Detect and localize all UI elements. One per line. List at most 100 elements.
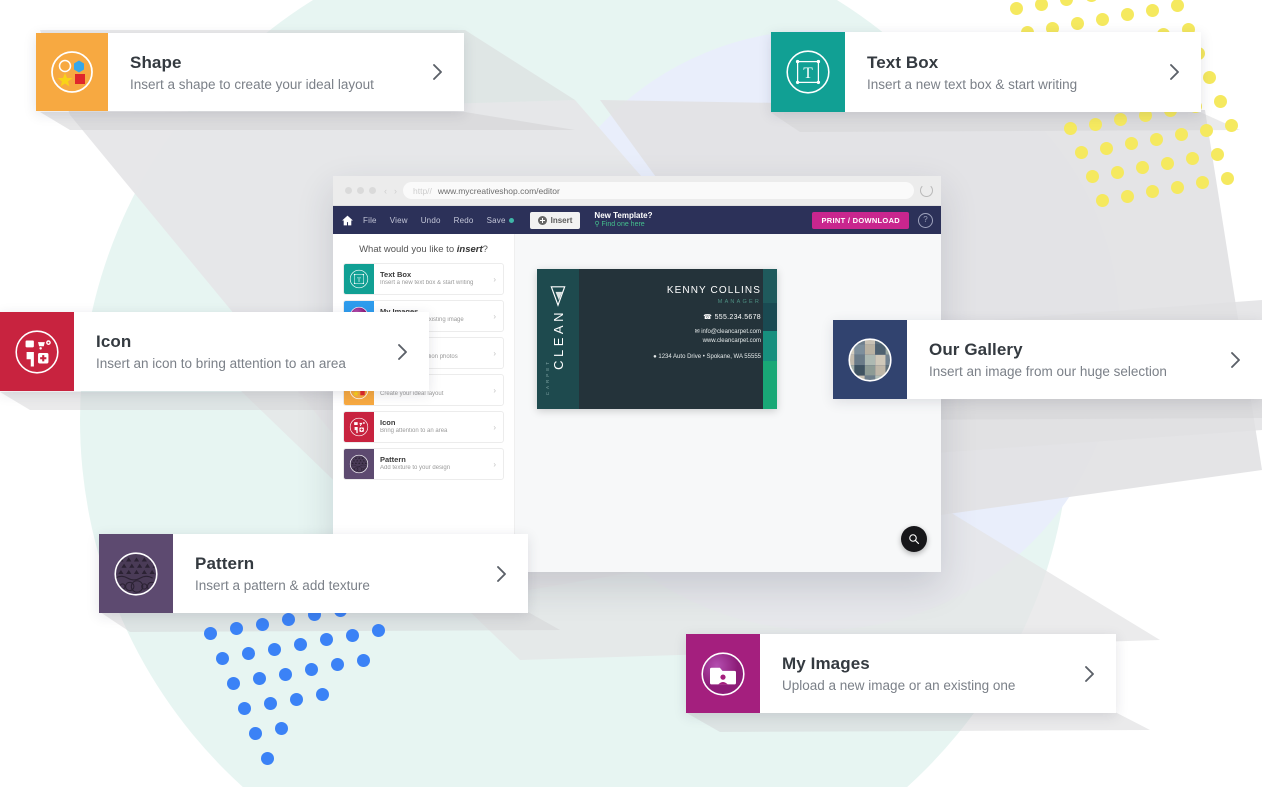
editor-toolbar: File View Undo Redo Save Insert New Temp…: [333, 206, 941, 234]
window-close-dot[interactable]: [345, 187, 352, 194]
panel-question-post: ?: [482, 244, 488, 255]
editor-canvas[interactable]: CLEAN CARPET KENNY COLLINS MANAGER ☎ 555…: [515, 234, 941, 572]
new-template-prompt[interactable]: New Template? ⚲ Find one here: [594, 211, 652, 230]
menu-save[interactable]: Save: [487, 216, 514, 225]
decorative-dot: [319, 633, 333, 647]
chevron-right-icon[interactable]: [1063, 664, 1116, 684]
decorative-dot: [1221, 171, 1235, 185]
card-email: info@cleancarpet.com: [701, 329, 761, 335]
card-bar-2: [763, 303, 777, 331]
card-phone: ☎ 555.234.5678: [579, 313, 761, 321]
feature-card-my-images[interactable]: My Images Upload a new image or an exist…: [686, 634, 1116, 713]
shape-icon: [36, 33, 108, 111]
insert-item-icon[interactable]: Icon Bring attention to an area ›: [343, 411, 504, 443]
menu-undo[interactable]: Undo: [421, 216, 441, 225]
map-pin-icon: ●: [653, 354, 657, 360]
new-template-link[interactable]: ⚲ Find one here: [594, 221, 652, 230]
chevron-right-icon[interactable]: [1209, 350, 1262, 370]
card-email-row: ✉ info@cleancarpet.com: [579, 328, 762, 337]
feature-card-text: Shape Insert a shape to create your idea…: [130, 53, 411, 92]
insert-item-subtitle: Insert a new text box & start writing: [380, 279, 474, 286]
chevron-right-icon[interactable]: [411, 62, 464, 82]
feature-card-icon[interactable]: Icon Insert an icon to bring attention t…: [0, 312, 429, 391]
decorative-dot: [1160, 156, 1174, 170]
decorative-dot: [293, 637, 307, 651]
reload-icon[interactable]: [920, 184, 933, 197]
menu-view[interactable]: View: [390, 216, 408, 225]
decorative-dot: [1199, 123, 1213, 137]
insert-button[interactable]: Insert: [529, 211, 581, 229]
print-download-button[interactable]: PRINT / DOWNLOAD: [812, 211, 909, 229]
window-maximize-dot[interactable]: [369, 187, 376, 194]
insert-item-subtitle: Bring attention to an area: [380, 427, 448, 434]
decorative-dot: [204, 627, 218, 640]
business-card-design[interactable]: CLEAN CARPET KENNY COLLINS MANAGER ☎ 555…: [537, 269, 777, 409]
decorative-dot: [1114, 113, 1127, 126]
url-bar[interactable]: http// www.mycreativeshop.com/editor: [403, 182, 914, 199]
feature-card-text-box[interactable]: T Text Box Insert a new text box & start…: [771, 32, 1201, 112]
toolbar-menu[interactable]: File View Undo Redo Save: [363, 216, 514, 225]
phone-icon: ☎: [703, 314, 713, 321]
feature-card-text: My Images Upload a new image or an exist…: [782, 654, 1063, 693]
feature-card-body: Shape Insert a shape to create your idea…: [108, 33, 464, 111]
feature-card-subtitle: Insert a pattern & add texture: [195, 578, 370, 593]
menu-redo[interactable]: Redo: [454, 216, 474, 225]
chevron-right-icon[interactable]: ›: [493, 312, 503, 321]
window-controls[interactable]: [345, 187, 376, 194]
decorative-dot: [1010, 2, 1023, 15]
panel-question: What would you like to insert?: [343, 244, 504, 255]
decorative-dot: [371, 623, 385, 637]
chevron-right-icon[interactable]: [376, 342, 429, 362]
chevron-right-icon[interactable]: ›: [493, 423, 503, 432]
editor-body: What would you like to insert? T Text Bo…: [333, 234, 941, 572]
feature-card-body: Our Gallery Insert an image from our hug…: [907, 320, 1262, 399]
feature-card-body: Pattern Insert a pattern & add texture: [173, 534, 528, 613]
feature-card-shape[interactable]: Shape Insert a shape to create your idea…: [36, 33, 464, 111]
decorative-dot: [1110, 165, 1124, 179]
text-box-icon: T: [771, 32, 845, 112]
decorative-dot: [1089, 117, 1102, 131]
feature-card-subtitle: Insert an icon to bring attention to an …: [96, 356, 346, 371]
chevron-right-icon[interactable]: [1148, 62, 1201, 82]
decorative-dot: [1224, 119, 1238, 132]
decorative-dot: [282, 612, 296, 626]
window-minimize-dot[interactable]: [357, 187, 364, 194]
chevron-right-icon[interactable]: ›: [493, 460, 503, 469]
feature-card-pattern[interactable]: Pattern Insert a pattern & add texture: [99, 534, 528, 613]
help-icon[interactable]: ?: [918, 212, 933, 228]
chevron-right-icon[interactable]: ›: [493, 275, 503, 284]
magnifier-icon: [909, 534, 920, 545]
insert-item-text-box[interactable]: T Text Box Insert a new text box & start…: [343, 263, 504, 295]
decorative-dot: [330, 658, 344, 672]
card-phone-value: 555.234.5678: [714, 314, 761, 321]
feature-card-title: My Images: [782, 654, 870, 673]
insert-item-text: Pattern Add texture to your design: [374, 455, 493, 472]
chevron-right-icon[interactable]: ›: [493, 386, 503, 395]
svg-text:T: T: [357, 277, 361, 284]
chevron-right-icon[interactable]: [475, 564, 528, 584]
zoom-control-button[interactable]: [901, 526, 927, 552]
card-bar-4: [763, 361, 777, 409]
card-website: www.cleancarpet.com: [702, 338, 761, 344]
decorative-dot: [316, 687, 329, 701]
feature-card-subtitle: Insert an image from our huge selection: [929, 364, 1167, 379]
chevron-right-icon[interactable]: ›: [493, 349, 503, 358]
decorative-dot: [1146, 185, 1160, 198]
home-icon[interactable]: [341, 214, 354, 227]
feature-card-text: Text Box Insert a new text box & start w…: [867, 53, 1148, 92]
insert-item-subtitle: Create your ideal layout: [380, 390, 444, 397]
insert-button-label: Insert: [550, 215, 573, 225]
card-name: KENNY COLLINS: [666, 285, 761, 296]
decorative-dot: [278, 667, 292, 681]
browser-nav[interactable]: ‹ ›: [384, 186, 397, 196]
decorative-dot: [264, 697, 277, 711]
decorative-dot: [304, 662, 318, 676]
feature-card-our-gallery[interactable]: Our Gallery Insert an image from our hug…: [833, 320, 1262, 399]
chevron-right-icon[interactable]: ›: [394, 186, 397, 196]
decorative-dot: [1096, 194, 1110, 207]
menu-file[interactable]: File: [363, 216, 377, 225]
insert-item-pattern[interactable]: Pattern Add texture to your design ›: [343, 448, 504, 480]
chevron-left-icon[interactable]: ‹: [384, 186, 387, 196]
decorative-dot: [1085, 0, 1098, 2]
decorative-dot: [1174, 128, 1188, 141]
